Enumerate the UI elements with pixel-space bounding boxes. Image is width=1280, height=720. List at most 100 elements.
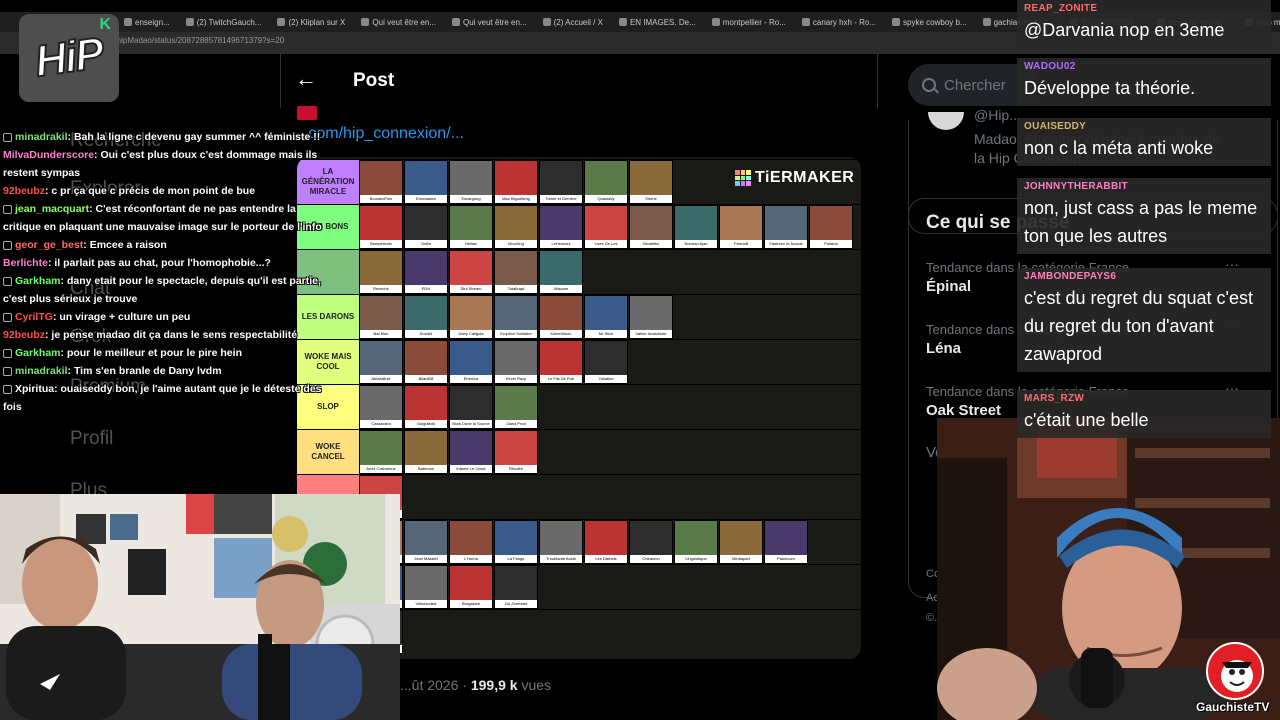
browser-tab[interactable]: (2) Accueil / X [539,18,611,27]
tier-item[interactable]: Mediapart [719,520,763,564]
browser-tab[interactable]: Qui veut être en... [448,18,535,27]
tab-label: (2) TwitchGauch... [196,17,262,27]
tier-item[interactable]: Norman Ajari [674,205,718,249]
back-arrow-icon[interactable]: ← [295,66,317,92]
chat-username[interactable]: 92beubz [3,329,45,341]
tier-item[interactable]: Le Fils De Pub [539,340,583,384]
tier-item[interactable]: Escargong [449,160,493,204]
tier-item[interactable]: Infame Le Crack [449,430,493,474]
tier-item[interactable]: Kevin Razy [494,340,538,384]
chat-username[interactable]: Garkham [15,347,61,359]
tier-item[interactable]: PDH [404,250,448,294]
tier-item[interactable]: Troublante Acide [539,520,583,564]
tier-item-label: Viktorwolick [405,600,447,608]
chat-username[interactable]: 92beubz [3,185,45,197]
tier-item[interactable]: Les Darbois [584,520,628,564]
tier-item[interactable]: Cassandra [359,385,403,429]
tier-item[interactable]: Guiguilicik [404,385,448,429]
chat-username[interactable]: geor_ge_best [15,239,83,251]
tier-item[interactable]: Ebenica [449,340,493,384]
tier-item[interactable]: MooXing [494,205,538,249]
tier-item[interactable]: Ablzealinie [359,340,403,384]
browser-tab[interactable]: canary hxh - Ro... [798,18,884,27]
tier-item[interactable]: BoostedFinn [359,160,403,204]
tier-item[interactable]: Lives De Les [584,205,628,249]
hip-logo-mark: HiP [31,28,107,88]
tier-item[interactable]: Bateman [404,430,448,474]
address-text[interactable]: ...hipMadao/status/2087288578149671379?s… [110,36,284,45]
post-meta: ...ût 2026 · 199,9 k vues [400,677,551,693]
tier-item[interactable]: Yukaiine [584,340,628,384]
tier-item[interactable]: L'Huma [449,520,493,564]
tier-item[interactable]: Kmo64 [404,295,448,339]
tier-item[interactable]: Bumpertrain [359,205,403,249]
tier-item[interactable]: Jean Massiet [404,520,448,564]
chat-message: geor_ge_best: Emcee a raison [3,236,328,254]
tier-item[interactable]: La Fange [494,520,538,564]
chat-username[interactable]: minadrakil [15,131,68,143]
tier-row: LES BONS Bumpertrain Delfa Helliax MooXing Le… [297,204,861,249]
tier-item[interactable]: Révéché [359,250,403,294]
tier-item[interactable]: Mao Bigoûlteng [494,160,538,204]
tier-item[interactable]: Zol Zorender [494,565,538,609]
trend-name[interactable]: Oak Street [926,402,1001,419]
tier-item[interactable]: Patchcom [764,520,808,564]
tier-item[interactable]: Wissam [539,250,583,294]
tier-item[interactable]: Emmaslam [404,160,448,204]
browser-tab[interactable]: spyke cowboy b... [888,18,975,27]
browser-tab[interactable]: Qui veut être en... [357,18,444,27]
tier-item[interactable]: Mr Stick [584,295,628,339]
tier-item[interactable]: Dany Caligula [449,295,493,339]
tier-item[interactable]: Viktorwolick [404,565,448,609]
browser-tab[interactable]: montpellier - Ro... [708,18,794,27]
browser-tab[interactable]: EN IMAGES. De... [615,18,704,27]
post-date: ...ût 2026 [400,677,459,693]
tier-item[interactable]: Sirene [629,160,673,204]
chat-message: Xpiritua: ouaiseddy bon, je l'aime autan… [3,380,328,416]
tier-item[interactable]: Bilar808 [404,340,448,384]
tier-item[interactable]: Quasiddy [584,160,628,204]
tier-item[interactable]: Burgalaxé [449,565,493,609]
profile-handle[interactable]: @Hip... [974,106,1021,125]
tier-item[interactable]: KeleeVision [539,295,583,339]
tier-item[interactable]: Archi Cosmeeue [359,430,403,474]
tier-item[interactable]: Moufetta [629,205,673,249]
chat-text: : Emcee a raison [83,239,167,251]
tier-item[interactable]: Valeur Anarchiste [629,295,673,339]
chat-username[interactable]: CyrilTG [15,311,53,323]
tier-item[interactable]: Pertouff [719,205,763,249]
browser-tab[interactable]: (2) TwitchGauch... [182,18,270,27]
tier-item[interactable]: Delfa [404,205,448,249]
tier-item[interactable]: Bat Man [359,295,403,339]
chat-username[interactable]: Xpiritua [15,383,54,395]
tier-item[interactable]: Fastreux et Avocat [764,205,808,249]
trend-name[interactable]: Léna [926,340,961,357]
tier-item[interactable]: Tomer et Derrière [539,160,583,204]
tier-item[interactable]: Potatos [809,205,853,249]
chat-username[interactable]: Berlichte [3,257,48,269]
tier-item[interactable]: Helliax [449,205,493,249]
tier-item[interactable]: Blow Done la Source [449,385,493,429]
chat-username[interactable]: minadrakil [15,365,68,377]
tier-item[interactable]: TotalIrapt [494,250,538,294]
tier-item[interactable]: Stuf Stream [449,250,493,294]
tab-label: Qui veut être en... [462,17,527,27]
tier-item[interactable]: Linguistique [674,520,718,564]
chat-username[interactable]: MilvaDunderscore [3,149,94,161]
tier-item-label: Fastreux et Avocat [765,240,807,248]
browser-tab[interactable]: (2) Kliplan sur X [273,18,353,27]
trend-name[interactable]: Épinal [926,278,971,295]
tier-item[interactable]: Oniranion [629,520,673,564]
chat-username[interactable]: Garkham [15,275,61,287]
nav-item-profil[interactable]: Profil [70,428,113,450]
chat-username[interactable]: jean_macquart [15,203,89,215]
chat-badge-icon [3,366,12,376]
tab-favicon-icon [185,18,194,26]
tier-item-label: Bat Man [360,330,402,338]
tier-item-label: Oniranion [630,555,672,563]
tier-item[interactable]: Zawa Prod [494,385,538,429]
tier-item[interactable]: LeHeuksui [539,205,583,249]
browser-tab[interactable]: enseign... [120,18,178,27]
tier-item[interactable]: Rhodée [494,430,538,474]
tier-item[interactable]: Eruption Solidaire [494,295,538,339]
